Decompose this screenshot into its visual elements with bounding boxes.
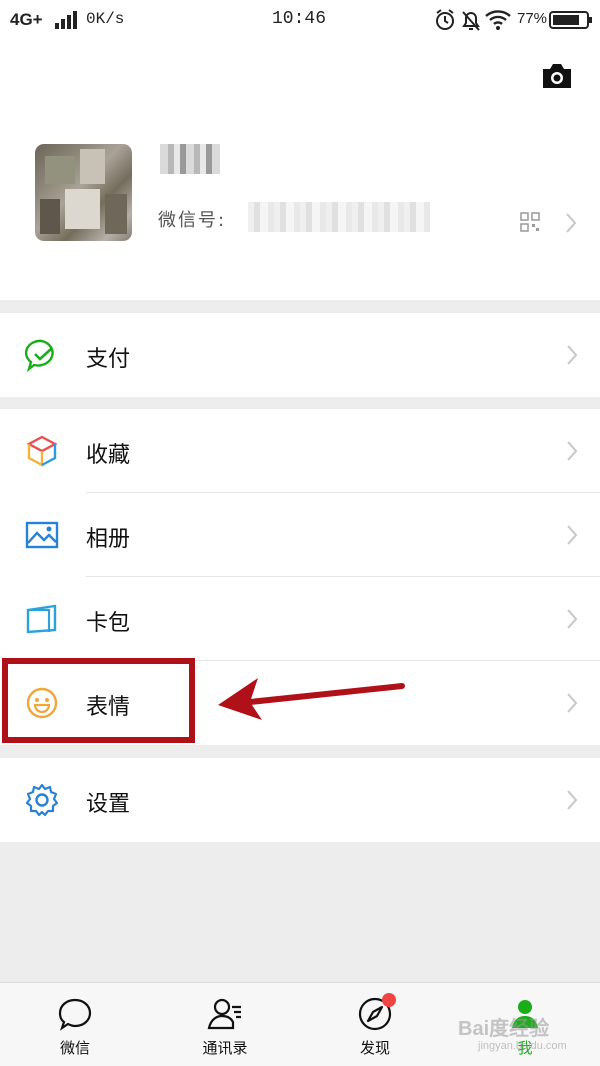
tab-chats[interactable]: 微信 — [25, 983, 125, 1066]
card-icon — [26, 604, 57, 634]
avatar[interactable] — [35, 144, 132, 241]
network-type: 4G+ — [10, 10, 43, 29]
battery-percent: 77% — [517, 10, 548, 27]
tab-contacts[interactable]: 通讯录 — [175, 983, 275, 1066]
image-icon — [25, 521, 59, 549]
chat-icon — [58, 998, 92, 1031]
camera-icon[interactable] — [540, 62, 574, 90]
watermark-url: jingyan.baidu.com — [478, 1040, 567, 1052]
profile-header[interactable]: 微信号: — [0, 40, 600, 300]
chevron-right-icon — [566, 213, 577, 233]
qr-code-icon[interactable] — [520, 212, 540, 232]
chevron-right-icon — [567, 609, 578, 629]
menu-item-cards[interactable]: 卡包 — [0, 577, 600, 661]
status-bar: 4G+ 0K/s 10:46 77% — [0, 0, 600, 40]
bell-off-icon — [462, 11, 480, 31]
wifi-icon — [485, 10, 511, 30]
tab-discover[interactable]: 发现 — [325, 983, 425, 1066]
wechat-id-label: 微信号: — [158, 210, 227, 231]
signal-icon — [55, 11, 77, 29]
menu-item-label: 收藏 — [86, 443, 131, 468]
chevron-right-icon — [567, 345, 578, 365]
chevron-right-icon — [567, 525, 578, 545]
chevron-right-icon — [567, 790, 578, 810]
menu-item-label: 设置 — [86, 792, 131, 817]
clock: 10:46 — [272, 9, 327, 29]
tab-label: 通讯录 — [202, 1039, 248, 1057]
nickname-blurred — [160, 144, 220, 174]
chevron-right-icon — [567, 441, 578, 461]
pay-icon — [25, 339, 54, 372]
tab-label: 发现 — [359, 1039, 390, 1057]
menu-item-label: 卡包 — [86, 611, 131, 636]
menu-item-label: 相册 — [86, 527, 131, 552]
gear-icon — [25, 783, 59, 817]
battery-icon — [549, 11, 592, 29]
tab-label: 微信 — [59, 1039, 90, 1057]
notification-badge — [382, 993, 396, 1007]
chevron-right-icon — [567, 693, 578, 713]
menu-group-pay: 支付 — [0, 313, 600, 397]
network-speed: 0K/s — [86, 10, 125, 28]
menu-group-settings: 设置 — [0, 758, 600, 842]
watermark: Bai度经验 — [458, 1018, 550, 1040]
menu-item-pay[interactable]: 支付 — [0, 313, 600, 397]
contacts-icon — [207, 998, 241, 1030]
menu-item-settings[interactable]: 设置 — [0, 758, 600, 842]
menu-item-label: 支付 — [86, 347, 131, 372]
alarm-icon — [436, 9, 454, 30]
status-icons — [436, 9, 511, 31]
wechat-id-blurred — [248, 202, 430, 232]
cube-icon — [26, 435, 58, 468]
annotation-highlight-box — [2, 658, 195, 743]
annotation-arrow — [218, 678, 405, 720]
menu-item-favorites[interactable]: 收藏 — [0, 409, 600, 493]
menu-item-album[interactable]: 相册 — [0, 493, 600, 577]
